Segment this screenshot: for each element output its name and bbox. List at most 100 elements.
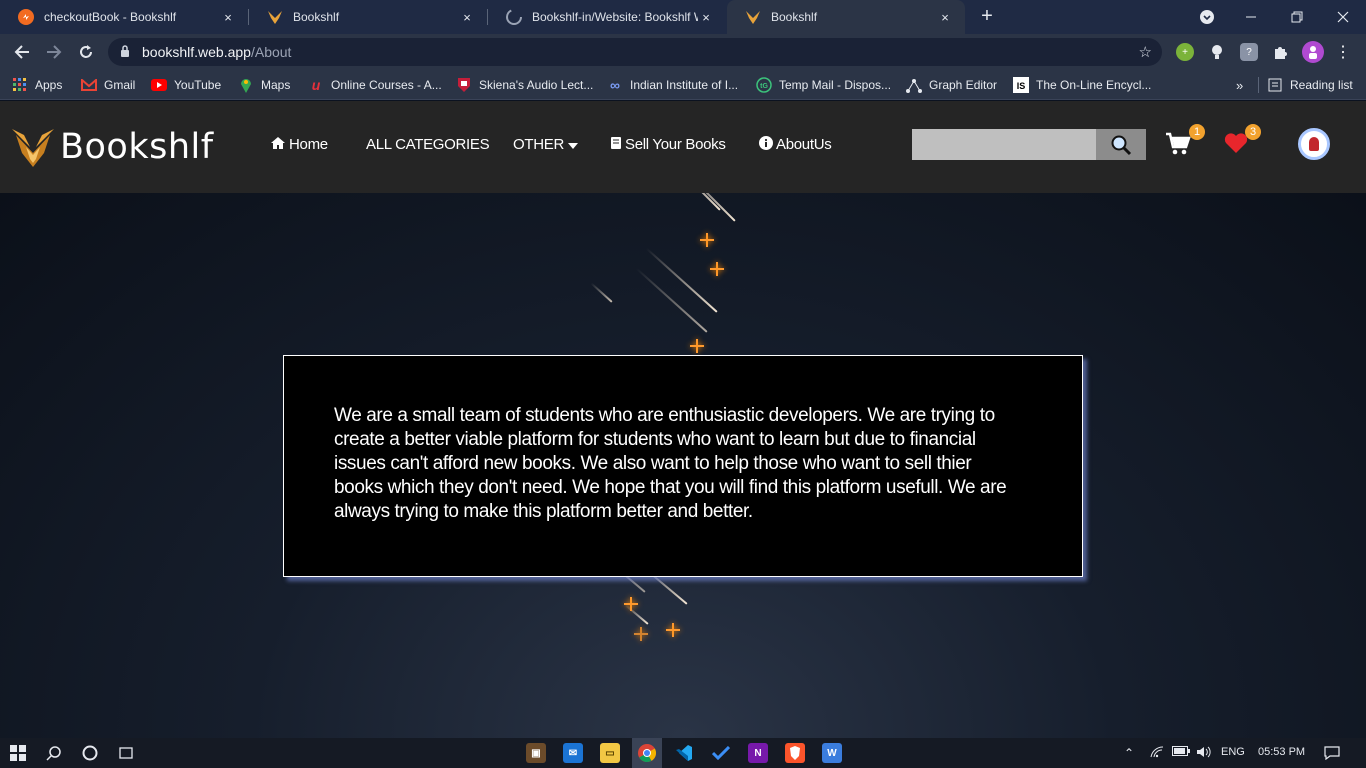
- bookmark-maps[interactable]: Maps: [238, 77, 290, 93]
- chrome-icon: [638, 744, 656, 762]
- bookmark-apps[interactable]: Apps: [12, 77, 62, 93]
- bookmark-youtube[interactable]: YouTube: [151, 77, 221, 93]
- tab-label: Bookshlf-in/Website: Bookshlf W: [532, 10, 698, 24]
- nav-home[interactable]: Home: [270, 136, 328, 153]
- graph-icon: [906, 77, 922, 93]
- windows-start-icon[interactable]: [8, 743, 28, 763]
- info-circle-icon: [759, 136, 773, 153]
- profile-avatar-icon[interactable]: [1302, 41, 1324, 63]
- bookmark-label: Apps: [35, 78, 63, 92]
- tray-chevron-up-icon[interactable]: ⌃: [1124, 746, 1134, 760]
- tab-search-icon[interactable]: [1184, 0, 1230, 34]
- bookmark-iiit[interactable]: ∞ Indian Institute of I...: [607, 77, 738, 93]
- close-window-icon[interactable]: [1320, 0, 1366, 34]
- tab-github[interactable]: Bookshlf-in/Website: Bookshlf W ×: [488, 0, 726, 34]
- close-icon[interactable]: ×: [698, 10, 714, 25]
- user-avatar[interactable]: [1298, 128, 1330, 160]
- bookmark-label: Skiena's Audio Lect...: [479, 78, 594, 92]
- forward-arrow-icon[interactable]: [42, 40, 66, 64]
- language-indicator[interactable]: ENG: [1221, 746, 1245, 758]
- back-arrow-icon[interactable]: [10, 40, 34, 64]
- cart-button[interactable]: [1165, 131, 1191, 157]
- bookmark-oeis[interactable]: IS The On-Line Encycl...: [1013, 77, 1151, 93]
- nav-sell-books[interactable]: Sell Your Books: [610, 136, 726, 153]
- spark-star: [710, 262, 724, 276]
- tab-bookshlf-active[interactable]: Bookshlf ×: [727, 0, 965, 34]
- shield-icon: [456, 77, 472, 93]
- puzzle-extensions-icon[interactable]: [1271, 43, 1289, 61]
- battery-icon[interactable]: [1172, 746, 1190, 759]
- about-card: We are a small team of students who are …: [283, 355, 1083, 577]
- bookmark-gmail[interactable]: Gmail: [81, 77, 135, 93]
- clock-time[interactable]: 05:53 PM: [1258, 746, 1305, 758]
- new-tab-button[interactable]: +: [976, 5, 998, 27]
- spark-star: [690, 339, 704, 353]
- bookmark-online-courses[interactable]: u Online Courses - A...: [308, 77, 442, 93]
- bookmark-skiena[interactable]: Skiena's Audio Lect...: [456, 77, 593, 93]
- tab-label: Bookshlf: [293, 10, 340, 24]
- search-icon[interactable]: [44, 743, 64, 763]
- link-icon: ∞: [610, 77, 620, 93]
- store-icon[interactable]: ▣: [526, 743, 546, 763]
- chrome-taskbar-button[interactable]: [632, 738, 662, 768]
- tab-checkout[interactable]: checkoutBook - Bookshlf ×: [0, 0, 248, 34]
- caret-down-icon: [568, 136, 579, 153]
- reading-list-button[interactable]: Reading list: [1267, 77, 1353, 93]
- bookmark-tempmail[interactable]: tG Temp Mail - Dispos...: [756, 77, 891, 93]
- tab-label: Bookshlf: [771, 10, 818, 24]
- minimize-icon[interactable]: [1228, 0, 1274, 34]
- menu-kebab-icon[interactable]: ⋮: [1334, 43, 1352, 61]
- bookmarks-overflow-button[interactable]: »: [1236, 77, 1243, 93]
- wps-writer-icon[interactable]: W: [822, 743, 842, 763]
- bookmark-label: Indian Institute of I...: [630, 78, 739, 92]
- bookmark-label: Temp Mail - Dispos...: [779, 78, 892, 92]
- bookmark-label: Gmail: [104, 78, 136, 92]
- wifi-icon[interactable]: [1150, 746, 1164, 761]
- nav-other-dropdown[interactable]: OTHER: [513, 136, 579, 153]
- reading-list-icon: [1267, 77, 1283, 93]
- restore-icon[interactable]: [1274, 0, 1320, 34]
- notifications-icon[interactable]: [1324, 746, 1340, 763]
- tempmail-icon: tG: [756, 77, 772, 93]
- plus-extension-icon[interactable]: +: [1176, 43, 1194, 61]
- nav-all-categories[interactable]: ALL CATEGORIES: [366, 136, 490, 153]
- search-button[interactable]: [1096, 129, 1146, 160]
- bookmark-star-icon[interactable]: ☆: [1139, 43, 1152, 61]
- svg-text:tG: tG: [760, 83, 768, 90]
- spark-star: [666, 623, 680, 637]
- onenote-icon[interactable]: N: [748, 743, 768, 763]
- search-icon: [1111, 135, 1132, 155]
- cortana-icon[interactable]: [80, 743, 100, 763]
- bookmark-graph-editor[interactable]: Graph Editor: [906, 77, 997, 93]
- reload-icon[interactable]: [74, 40, 98, 64]
- mail-icon[interactable]: ✉: [563, 743, 583, 763]
- about-hero: We are a small team of students who are …: [0, 193, 1366, 738]
- youtube-icon: [151, 77, 167, 93]
- shield-extension-icon[interactable]: ?: [1240, 43, 1258, 61]
- brave-icon[interactable]: [785, 743, 805, 763]
- orange-circle-icon: [18, 9, 34, 25]
- close-icon[interactable]: ×: [937, 10, 953, 25]
- wishlist-button[interactable]: [1224, 132, 1248, 156]
- vscode-icon[interactable]: [674, 743, 694, 763]
- lightbulb-extension-icon[interactable]: [1208, 43, 1226, 61]
- heart-icon: [1224, 133, 1248, 153]
- tab-bookshlf[interactable]: Bookshlf ×: [249, 0, 487, 34]
- tab-label: checkoutBook - Bookshlf: [44, 10, 177, 24]
- nav-about-us[interactable]: AboutUs: [759, 136, 832, 153]
- address-bar[interactable]: bookshlf.web.app/About ☆: [108, 38, 1162, 66]
- volume-icon[interactable]: [1196, 746, 1212, 761]
- udemy-icon: u: [311, 77, 321, 93]
- todo-check-icon[interactable]: [711, 743, 731, 763]
- bookmark-label: YouTube: [174, 78, 222, 92]
- spark-star: [634, 627, 648, 641]
- bookmark-label: The On-Line Encycl...: [1036, 78, 1152, 92]
- task-view-icon[interactable]: [116, 743, 136, 763]
- close-icon[interactable]: ×: [459, 10, 475, 25]
- nav-about-label: AboutUs: [776, 136, 832, 153]
- site-logo[interactable]: Bookshlf: [10, 125, 214, 169]
- file-explorer-icon[interactable]: ▭: [600, 743, 620, 763]
- close-icon[interactable]: ×: [220, 10, 236, 25]
- github-icon: [506, 9, 522, 25]
- search-input[interactable]: [912, 129, 1096, 160]
